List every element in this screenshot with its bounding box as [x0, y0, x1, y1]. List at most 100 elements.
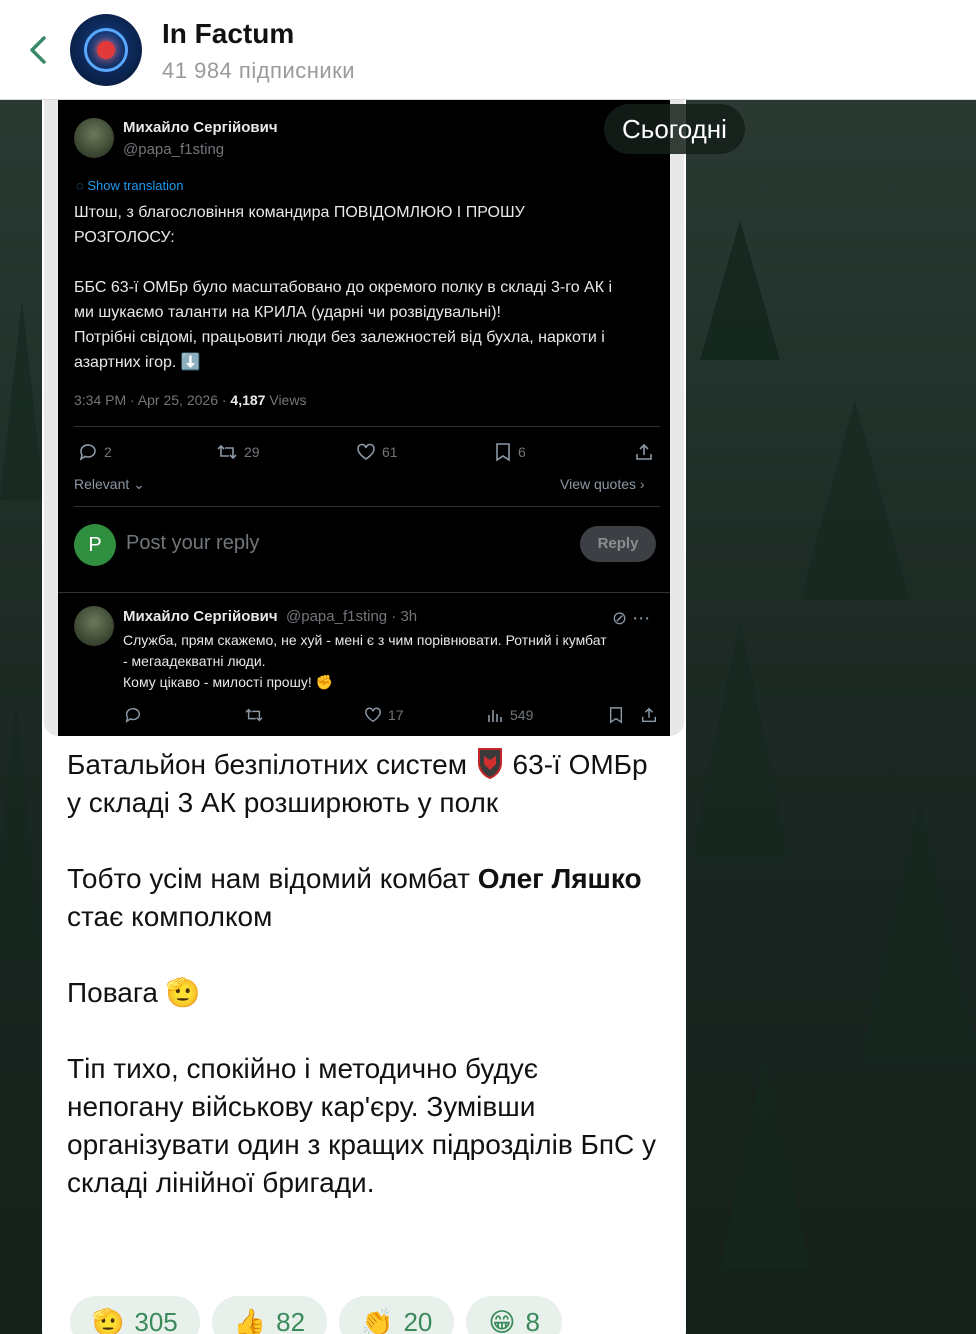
message-text: Батальйон безпілотних систем 63-ї ОМБр у…: [67, 746, 657, 1240]
background-tree: [720, 1050, 810, 1270]
heart-icon: [357, 443, 375, 460]
repost-action: 29: [216, 442, 260, 462]
tweet-spacer: [74, 250, 664, 275]
subscriber-count: 41 984 підписники: [162, 58, 356, 83]
tweet-line: азартних ігор. ⬇️: [74, 354, 201, 371]
reply-like-action: 17: [364, 706, 404, 724]
message-paragraph: Повага 🫡: [67, 977, 201, 1008]
background-tree: [860, 800, 976, 1060]
tweet-text: Штош, з благословіння командира ПОВІДОМЛ…: [74, 200, 664, 375]
tweet-line: РОЗГОЛОСУ:: [74, 229, 175, 246]
divider: [74, 506, 660, 507]
tweet-line: Потрібні свідомі, працьовиті люди без за…: [74, 329, 605, 346]
repost-icon: [217, 444, 237, 460]
shield-emblem-icon: [477, 748, 502, 780]
reply-user-avatar: P: [74, 524, 116, 566]
repost-icon: [245, 708, 263, 722]
tweet-timestamp: 3:34 PM · Apr 25, 2026 ·: [74, 392, 227, 408]
view-quotes-label: View quotes: [560, 476, 637, 492]
reaction-count: 82: [276, 1306, 306, 1334]
reaction-count: 305: [134, 1306, 178, 1334]
reaction-salute[interactable]: 🫡 305: [70, 1296, 200, 1334]
tweet-author-handle: @papa_f1sting: [123, 141, 225, 158]
reply-views-action: 549: [486, 706, 533, 724]
message-media[interactable]: Михайло Сергійович @papa_f1sting ◌ Show …: [44, 100, 684, 736]
relevant-sort: Relevant ⌄: [74, 476, 145, 493]
reply-repost-action: [244, 706, 264, 724]
message-paragraph: Батальйон безпілотних систем 63-ї ОМБр у…: [67, 746, 657, 822]
reply-like-count: 17: [388, 707, 404, 723]
reactions-bar: 🫡 305 👍 82 👏 20 😁 8: [70, 1296, 562, 1334]
reaction-count: 20: [403, 1306, 433, 1334]
reply-views-count: 549: [510, 707, 534, 723]
reply-line: - мегаадекватні люди.: [123, 653, 266, 669]
translate-icon: ◌: [76, 178, 88, 193]
message-paragraph: Тобто усім нам відомий комбат Олег Ляшко…: [67, 860, 657, 936]
show-translation-link: ◌ Show translation: [76, 178, 183, 193]
tweet-screenshot: Михайло Сергійович @papa_f1sting ◌ Show …: [58, 100, 670, 736]
reaction-clap[interactable]: 👏 20: [339, 1296, 455, 1334]
tweet-views-label: Views: [269, 392, 307, 408]
chevron-right-icon: ›: [636, 476, 645, 492]
message-p2-after: стає комполком: [67, 901, 273, 932]
background-tree: [700, 220, 780, 360]
bookmark-icon: [496, 443, 510, 462]
reaction-grin[interactable]: 😁 8: [466, 1296, 562, 1334]
reply-count: 2: [104, 444, 112, 460]
reply-author-meta: @papa_f1sting · 3h: [286, 608, 418, 625]
like-action: 61: [356, 442, 398, 462]
message-p2-before: Тобто усім нам відомий комбат: [67, 863, 478, 894]
salute-emoji-icon: 🫡: [92, 1306, 125, 1334]
relevant-label: Relevant: [74, 476, 130, 492]
tweet-meta: 3:34 PM · Apr 25, 2026 · 4,187 Views: [74, 392, 306, 408]
commander-name: Олег Ляшко: [477, 863, 642, 894]
message-paragraph: Тіп тихо, спокійно і методично будує неп…: [67, 1053, 657, 1198]
background-tree: [0, 300, 44, 500]
reply-button: Reply: [580, 526, 656, 562]
channel-name[interactable]: In Factum: [162, 18, 294, 50]
like-count: 61: [382, 444, 398, 460]
channel-avatar[interactable]: [70, 14, 142, 86]
reply-action: 2: [78, 442, 112, 462]
divider: [74, 426, 660, 427]
reaction-count: 8: [525, 1306, 540, 1334]
reply-comment-action: [124, 706, 142, 724]
tweet-line: Штош, з благословіння командира ПОВІДОМЛ…: [74, 204, 525, 221]
chevron-down-icon: ⌄: [129, 476, 145, 492]
background-tree: [0, 700, 42, 960]
share-action: [634, 442, 654, 462]
background-tree: [800, 400, 910, 600]
reply-share-action: [640, 706, 658, 724]
tweet-author-avatar: [74, 118, 114, 158]
grin-emoji-icon: 😁: [488, 1306, 516, 1334]
more-icon: ⊘ ⋯: [612, 608, 651, 628]
repost-count: 29: [244, 444, 260, 460]
reply-text: Служба, прям скажемо, не хуй - мені є з …: [123, 630, 663, 693]
clap-emoji-icon: 👏: [361, 1306, 394, 1334]
bookmark-count: 6: [518, 444, 526, 460]
bookmark-action: 6: [494, 442, 526, 462]
bookmark-icon: [609, 707, 623, 724]
chevron-left-icon: [30, 36, 46, 64]
background-tree: [690, 620, 790, 860]
comment-icon: [125, 707, 140, 723]
message-p1: Батальйон безпілотних систем: [67, 749, 467, 780]
tweet-line: ми шукаємо таланти на КРИЛА (ударні чи р…: [74, 304, 501, 321]
heart-icon: [365, 707, 381, 723]
thumbs-up-emoji-icon: 👍: [233, 1306, 267, 1334]
reply-author-name: Михайло Сергійович: [123, 608, 278, 625]
date-separator: Сьогодні: [604, 104, 745, 154]
back-button[interactable]: [26, 30, 56, 70]
reaction-thumbs-up[interactable]: 👍 82: [211, 1296, 328, 1334]
comment-icon: [79, 444, 96, 461]
reply-bookmark-action: [608, 706, 624, 724]
view-quotes-link: View quotes ›: [560, 476, 645, 492]
views-icon: [488, 710, 502, 722]
reply-author-avatar: [74, 606, 114, 646]
show-translation-label: Show translation: [87, 178, 184, 193]
avatar-core: [97, 41, 115, 59]
reply-line: Кому цікаво - милості прошу! ✊: [123, 674, 334, 690]
divider: [58, 592, 670, 593]
reply-input: Post your reply: [126, 532, 260, 554]
reply-line: Служба, прям скажемо, не хуй - мені є з …: [123, 632, 607, 648]
